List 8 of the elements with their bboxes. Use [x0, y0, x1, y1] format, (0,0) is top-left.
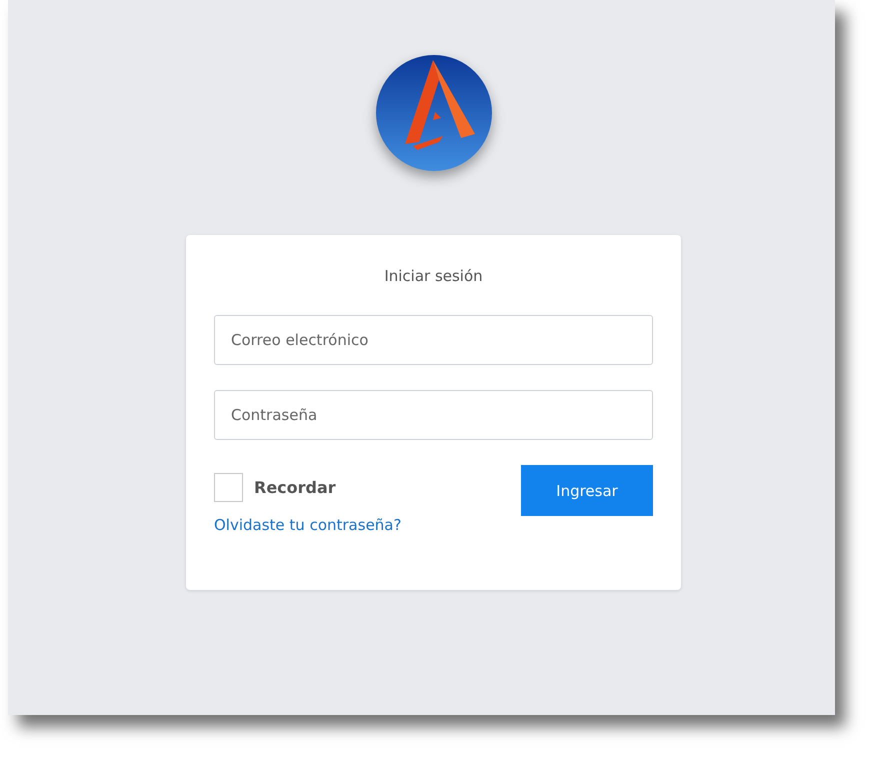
remember-label: Recordar: [254, 478, 336, 497]
login-title: Iniciar sesión: [383, 267, 484, 285]
logo-icon: [374, 54, 492, 172]
email-field[interactable]: Correo electrónico: [214, 315, 653, 365]
password-field[interactable]: Contraseña: [214, 390, 653, 440]
login-button[interactable]: Ingresar: [521, 465, 653, 516]
forgot-password-link[interactable]: Olvidaste tu contraseña?: [214, 516, 402, 534]
remember-checkbox[interactable]: [214, 473, 243, 502]
